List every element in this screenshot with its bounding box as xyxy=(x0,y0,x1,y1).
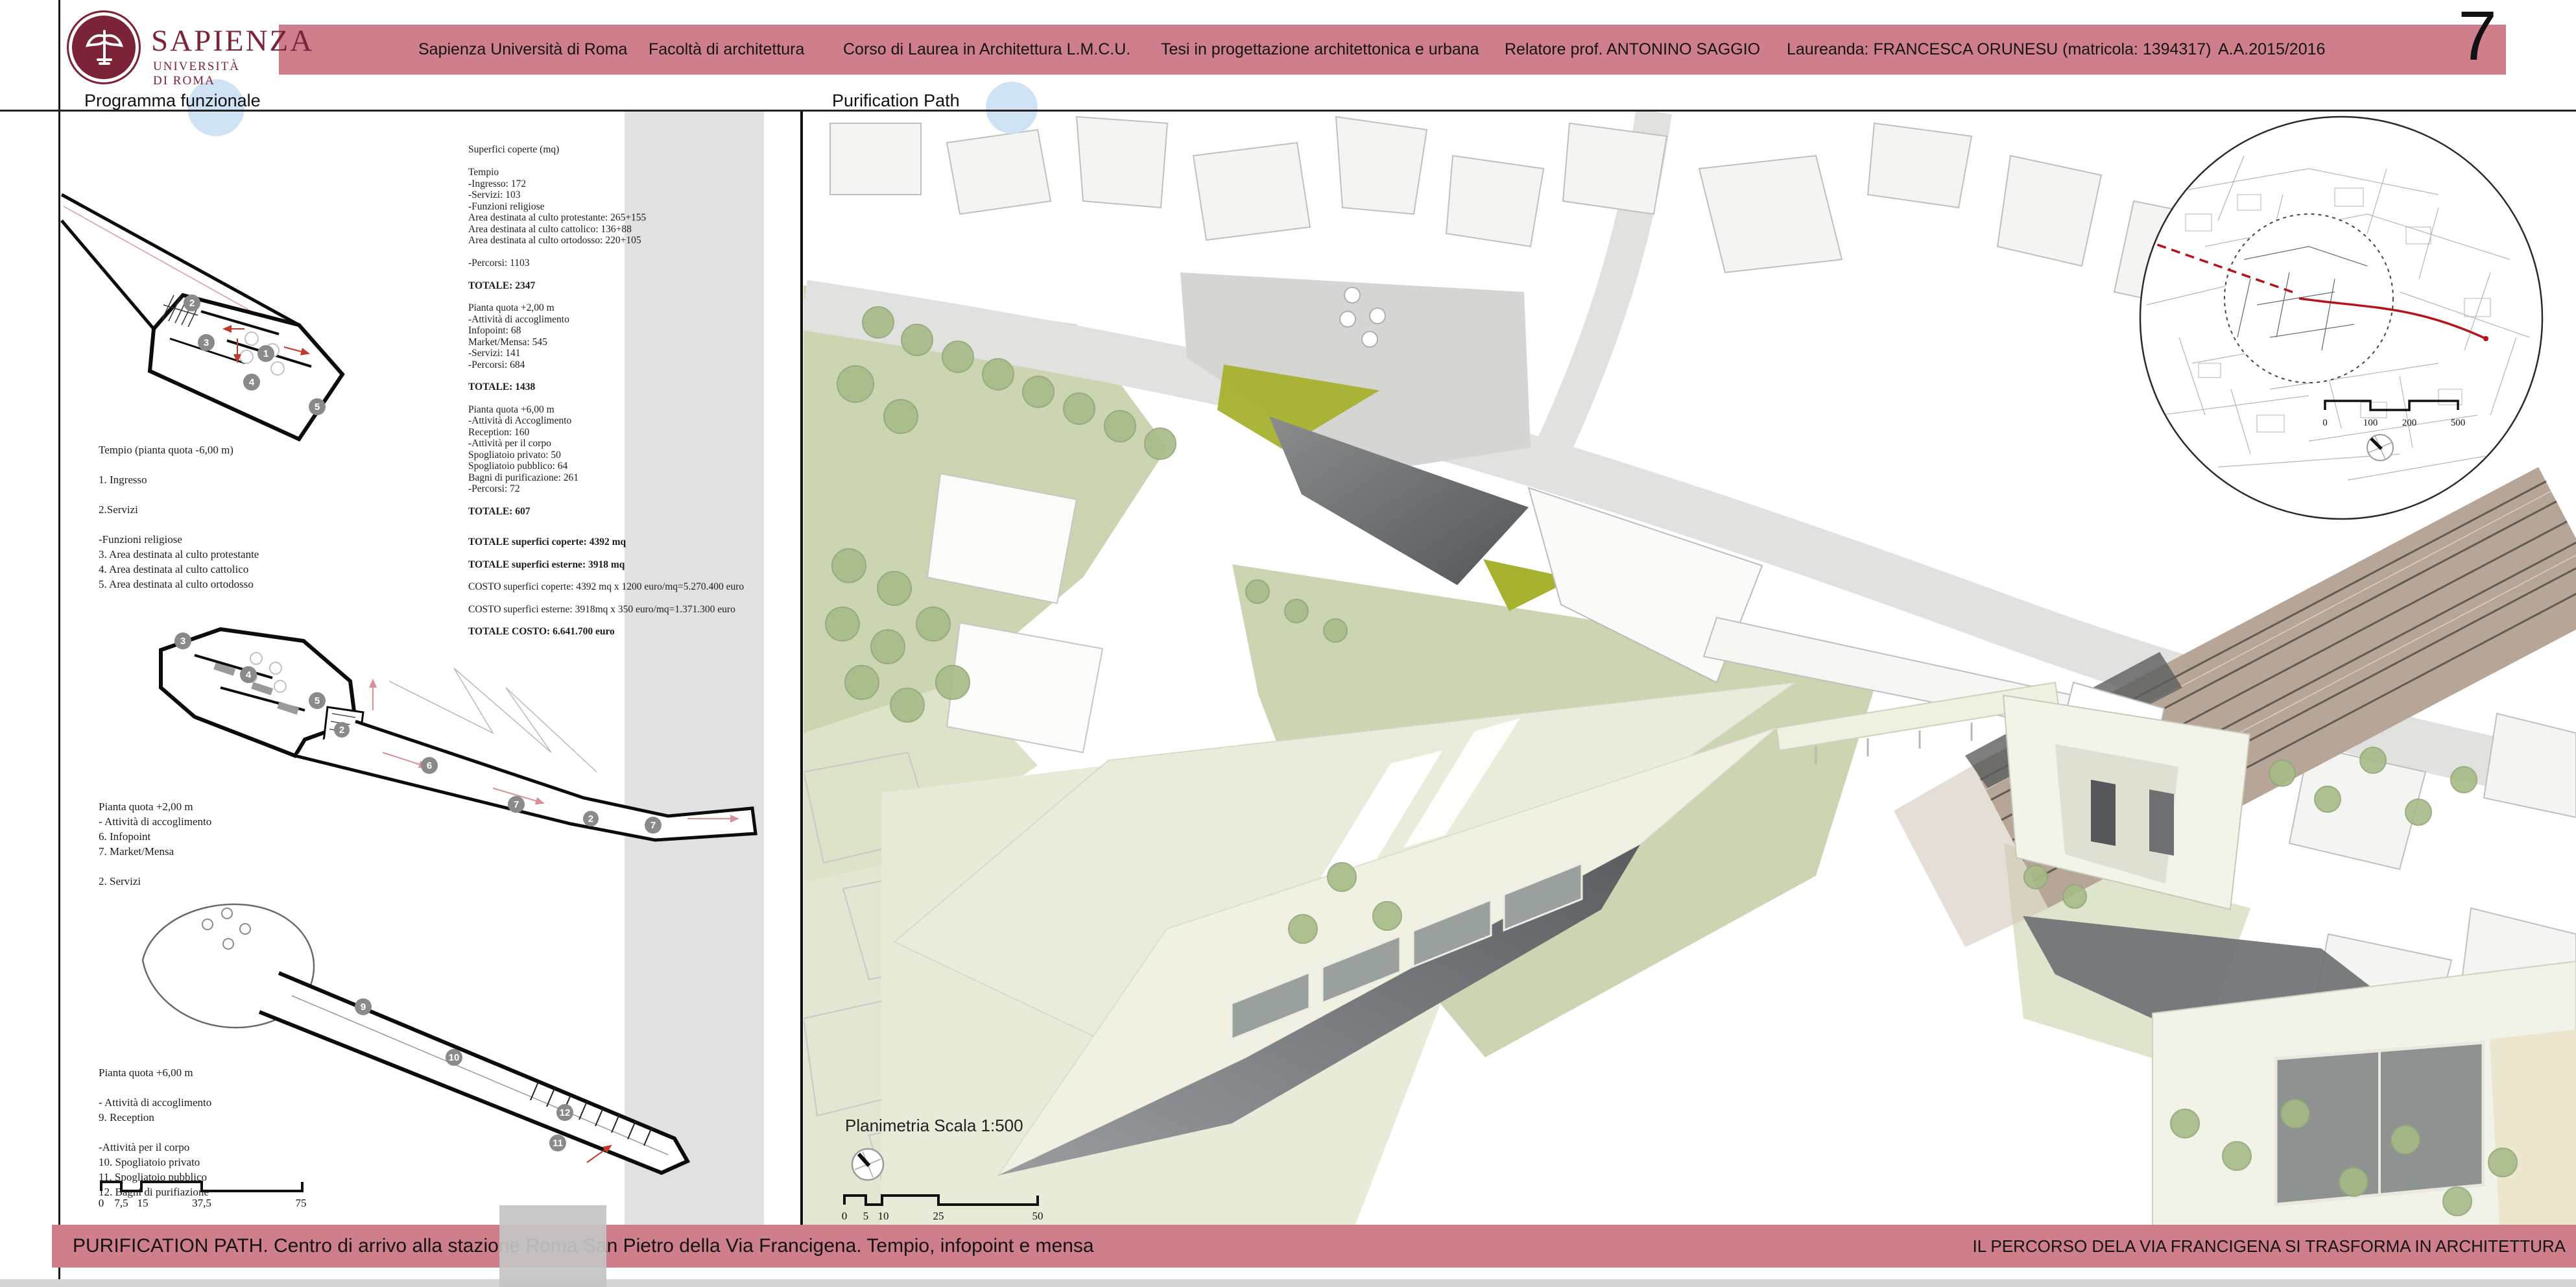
surfaces-total-esterne: TOTALE superfici esterne: 3918 mq xyxy=(468,559,767,571)
svg-text:1: 1 xyxy=(263,348,268,359)
svg-text:11: 11 xyxy=(553,1138,563,1149)
footer-bar: PURIFICATION PATH. Centro di arrivo alla… xyxy=(52,1225,2576,1268)
svg-text:7: 7 xyxy=(514,799,519,810)
gray-overlay-footer xyxy=(499,1205,606,1287)
surfaces-part2: Pianta quota +2,00 m -Attività di accogl… xyxy=(468,302,767,370)
svg-text:12: 12 xyxy=(560,1107,571,1118)
header-item-student: Laureanda: FRANCESCA ORUNESU (matricola:… xyxy=(1787,25,2211,75)
svg-text:37,5: 37,5 xyxy=(192,1197,211,1209)
svg-text:15: 15 xyxy=(137,1197,149,1209)
svg-text:5: 5 xyxy=(315,402,320,413)
svg-text:75: 75 xyxy=(296,1197,307,1209)
section-label-programma: Programma funzionale xyxy=(84,91,261,111)
presentation-sheet: SAPIENZA UNIVERSITÀ DI ROMA Sapienza Uni… xyxy=(0,0,2576,1287)
svg-text:10: 10 xyxy=(449,1052,460,1063)
svg-text:0: 0 xyxy=(2322,418,2328,428)
site-plan-render: 0 100 200 500 0 5 10 25 50 xyxy=(804,112,2576,1226)
svg-text:0: 0 xyxy=(842,1210,848,1222)
header-item-university: Sapienza Università di Roma xyxy=(418,25,627,75)
surfaces-part1: Superfici coperte (mq) Tempio -Ingresso:… xyxy=(468,144,767,269)
surfaces-text-block: Superfici coperte (mq) Tempio -Ingresso:… xyxy=(468,144,767,649)
inset-north-arrow-icon xyxy=(2367,435,2393,461)
header-item-faculty: Facoltà di architettura xyxy=(649,25,804,75)
floor-plan-quota6: 9 10 11 12 xyxy=(104,882,707,1194)
site-north-arrow-icon xyxy=(852,1149,883,1180)
svg-text:2: 2 xyxy=(189,298,195,309)
svg-text:500: 500 xyxy=(2451,418,2466,428)
svg-text:3: 3 xyxy=(204,337,209,348)
surfaces-total1: TOTALE: 2347 xyxy=(468,280,767,292)
surfaces-total-coperte: TOTALE superfici coperte: 4392 mq xyxy=(468,536,767,548)
svg-text:2: 2 xyxy=(588,813,593,824)
inset-location-map: 0 100 200 500 xyxy=(2129,117,2542,519)
header-bar: Sapienza Università di Roma Facoltà di a… xyxy=(279,25,2506,75)
sheet-left-border xyxy=(58,0,60,1279)
section-label-purification: Purification Path xyxy=(832,91,960,111)
planimetria-label: Planimetria Scala 1:500 xyxy=(845,1116,1023,1136)
surfaces-costo-coperte: COSTO superfici coperte: 4392 mq x 1200 … xyxy=(468,581,767,593)
header-item-course: Corso di Laurea in Architettura L.M.C.U. xyxy=(843,25,1130,75)
svg-text:4: 4 xyxy=(249,377,255,388)
surfaces-total3: TOTALE: 607 xyxy=(468,506,767,518)
svg-text:0: 0 xyxy=(99,1197,104,1209)
header-divider-line xyxy=(0,110,2576,112)
footer-motto: IL PERCORSO DELA VIA FRANCIGENA SI TRASF… xyxy=(1972,1225,2566,1268)
svg-text:200: 200 xyxy=(2402,418,2417,428)
logo-subtitle: UNIVERSITÀ DI ROMA xyxy=(153,60,240,88)
svg-text:5: 5 xyxy=(863,1210,869,1222)
highlight-dot-right xyxy=(986,82,1038,134)
bottom-edge-strip xyxy=(0,1279,2576,1287)
floor-plan-temple: 1 2 3 4 5 xyxy=(52,175,428,454)
header-item-thesis: Tesi in progettazione architettonica e u… xyxy=(1161,25,1479,75)
svg-text:2: 2 xyxy=(339,725,344,736)
plans-scale-bar: 0 7,5 15 37,5 75 xyxy=(97,1168,318,1220)
panel-divider-line xyxy=(800,112,803,1226)
svg-text:7: 7 xyxy=(650,820,656,831)
floor-plan-quota2: 3 4 5 2 6 7 2 7 xyxy=(149,610,765,850)
plan1-caption: Tempio (pianta quota -6,00 m) 1. Ingress… xyxy=(99,442,397,592)
surfaces-part3: Pianta quota +6,00 m -Attività di Accogl… xyxy=(468,404,767,495)
svg-text:50: 50 xyxy=(1032,1210,1044,1222)
page-number: 7 xyxy=(2439,0,2516,76)
surfaces-total2: TOTALE: 1438 xyxy=(468,381,767,393)
logo-title: SAPIENZA xyxy=(151,23,314,58)
header-item-year: A.A.2015/2016 xyxy=(2218,25,2325,75)
svg-text:7,5: 7,5 xyxy=(114,1197,128,1209)
svg-text:100: 100 xyxy=(2363,418,2378,428)
svg-text:4: 4 xyxy=(246,669,252,680)
header-item-advisor: Relatore prof. ANTONINO SAGGIO xyxy=(1505,25,1760,75)
svg-text:5: 5 xyxy=(315,695,320,706)
svg-text:10: 10 xyxy=(878,1210,889,1222)
svg-text:6: 6 xyxy=(427,760,432,771)
svg-text:9: 9 xyxy=(361,1002,366,1013)
svg-text:25: 25 xyxy=(933,1210,944,1222)
svg-text:3: 3 xyxy=(180,636,185,647)
eagle-icon xyxy=(78,22,130,74)
